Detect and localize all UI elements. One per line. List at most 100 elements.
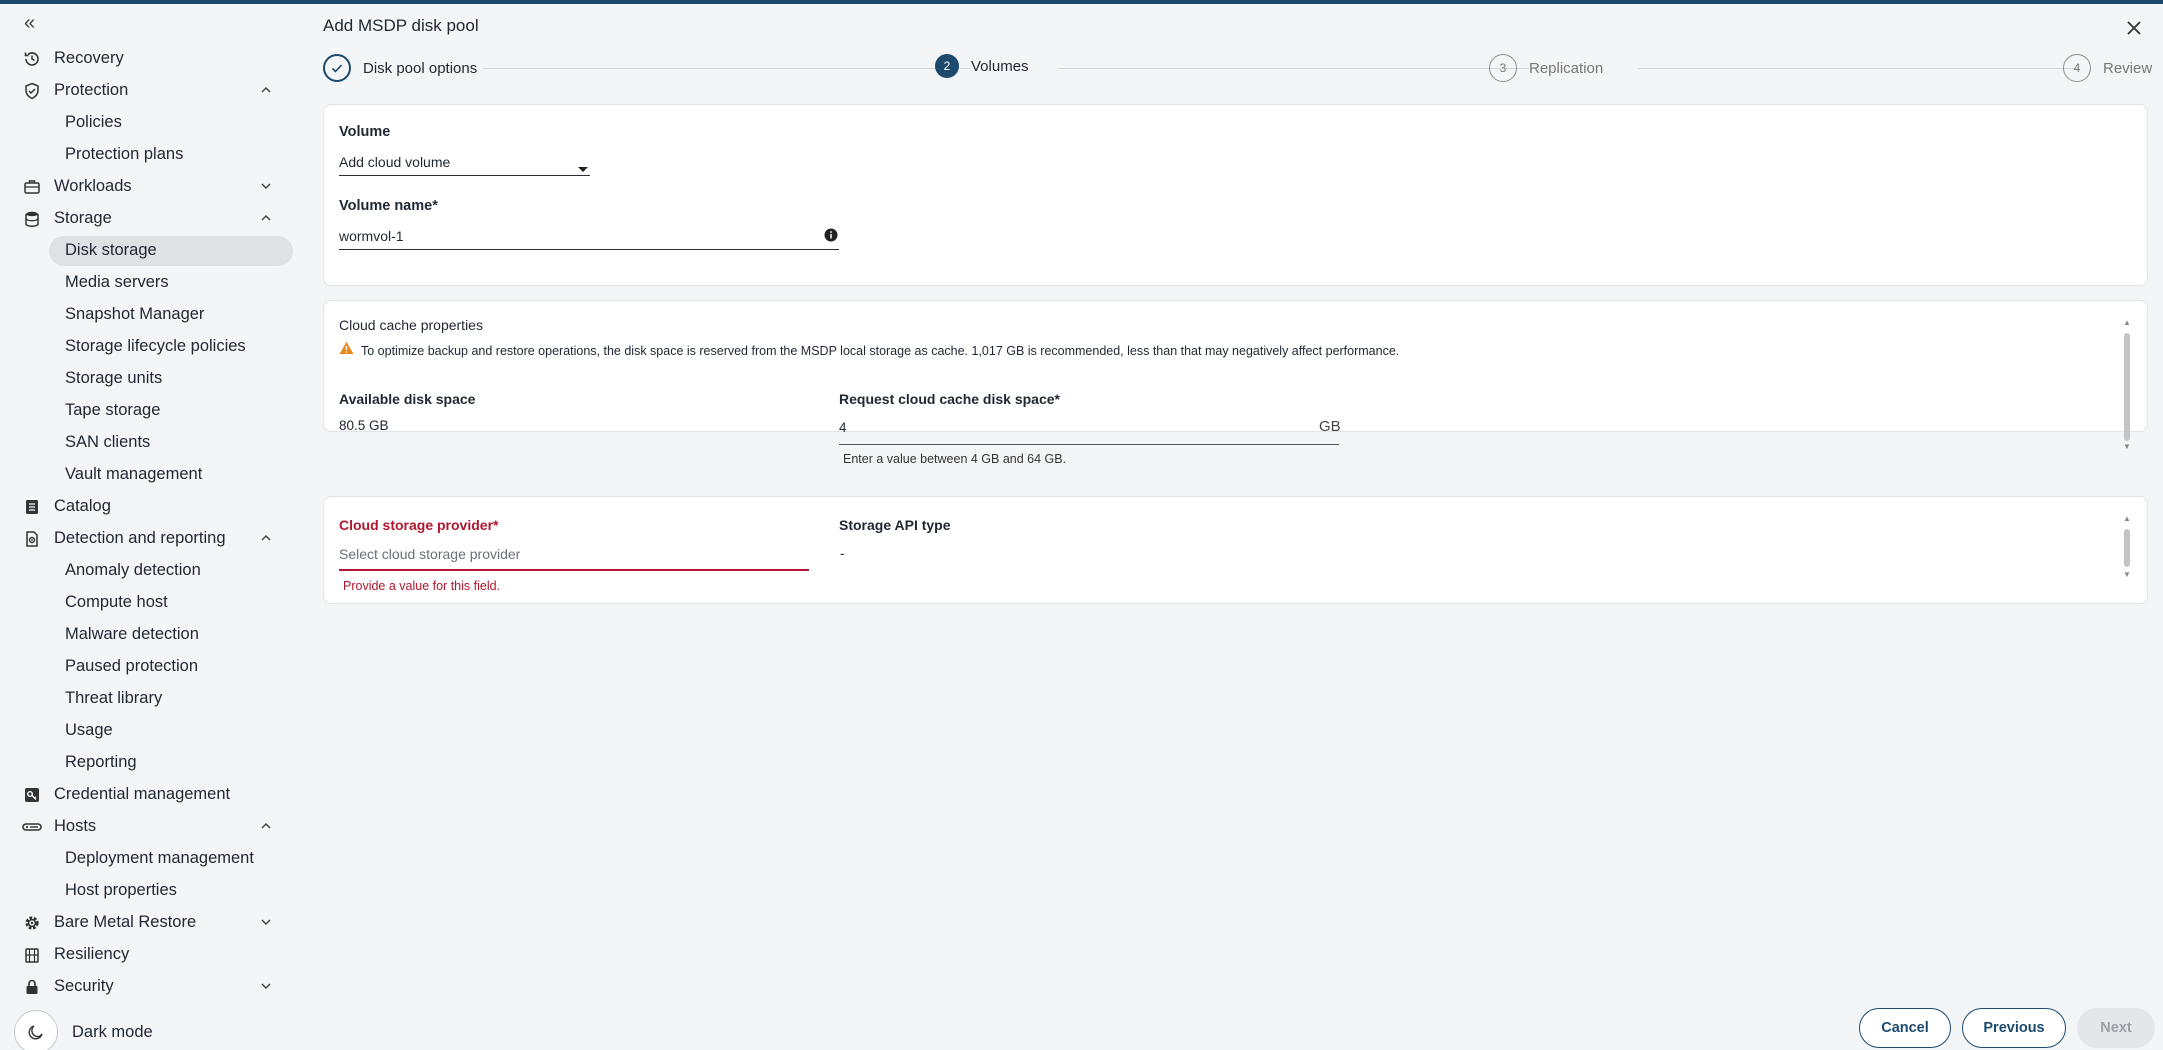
sidebar-item-label: Protection plans — [65, 144, 184, 163]
sidebar-item-label: Malware detection — [65, 624, 199, 643]
briefcase-icon — [22, 177, 42, 197]
step-number: 2 — [935, 54, 959, 78]
sidebar-item-label: Protection — [54, 80, 129, 99]
scrollbar-thumb[interactable] — [2124, 333, 2130, 441]
sidebar-item-snapshot-manager[interactable]: Snapshot Manager — [0, 298, 300, 330]
provider-card-scrollbar[interactable]: ▲ ▼ — [2120, 515, 2134, 595]
step-number: 3 — [1489, 54, 1517, 82]
chevron-up-icon[interactable] — [258, 208, 274, 228]
step-label: Disk pool options — [363, 59, 484, 77]
cloud-provider-error: Provide a value for this field. — [343, 579, 501, 593]
sidebar-item-tape-storage[interactable]: Tape storage — [0, 394, 300, 426]
step-disk-pool-options[interactable]: Disk pool options — [323, 54, 484, 82]
sidebar-item-protection-plans[interactable]: Protection plans — [0, 138, 300, 170]
sidebar-item-anomaly-detection[interactable]: Anomaly detection — [0, 554, 300, 586]
scroll-up-icon[interactable]: ▲ — [2122, 319, 2132, 327]
step-review[interactable]: 4 Review — [2063, 54, 2152, 82]
sidebar-item-label: Storage — [54, 208, 112, 227]
sidebar: « Recovery Protection Policies Protectio… — [0, 4, 300, 1050]
sidebar-item-reporting[interactable]: Reporting — [0, 746, 300, 778]
sidebar-item-credential-management[interactable]: Credential management — [0, 778, 300, 810]
sidebar-item-label: Compute host — [65, 592, 168, 611]
sidebar-item-media-servers[interactable]: Media servers — [0, 266, 300, 298]
sidebar-item-storage-lifecycle-policies[interactable]: Storage lifecycle policies — [0, 330, 300, 362]
sidebar-item-detection-and-reporting[interactable]: Detection and reporting — [0, 522, 300, 554]
cloud-cache-card: Cloud cache properties To optimize backu… — [323, 300, 2148, 466]
scrollbar-thumb[interactable] — [2124, 529, 2130, 567]
step-replication[interactable]: 3 Replication — [1489, 54, 1610, 82]
dark-mode-toggle[interactable]: Dark mode — [14, 1010, 153, 1050]
cache-card-scrollbar[interactable]: ▲ ▼ — [2120, 319, 2134, 451]
sidebar-item-disk-storage[interactable]: Disk storage — [0, 234, 300, 266]
chevron-up-icon[interactable] — [258, 80, 274, 100]
volume-select[interactable]: Add cloud volume — [339, 149, 590, 176]
step-label: Review — [2103, 59, 2153, 77]
info-icon[interactable] — [824, 228, 838, 247]
chevron-down-icon[interactable] — [258, 912, 274, 932]
sidebar-item-host-properties[interactable]: Host properties — [0, 874, 300, 906]
sidebar-item-usage[interactable]: Usage — [0, 714, 300, 746]
lock-icon — [22, 977, 42, 997]
collapse-sidebar-icon[interactable]: « — [24, 12, 35, 35]
sidebar-item-policies[interactable]: Policies — [0, 106, 300, 138]
sidebar-item-label: Detection and reporting — [54, 528, 226, 547]
cache-warning: To optimize backup and restore operation… — [339, 341, 1399, 360]
sidebar-item-vault-management[interactable]: Vault management — [0, 458, 300, 490]
sidebar-item-label: SAN clients — [65, 432, 151, 451]
sidebar-item-label: Usage — [65, 720, 113, 739]
sidebar-nav: Recovery Protection Policies Protection … — [0, 42, 300, 1002]
sidebar-item-resiliency[interactable]: Resiliency — [0, 938, 300, 970]
sidebar-item-san-clients[interactable]: SAN clients — [0, 426, 300, 458]
volume-name-input[interactable]: wormvol-1 — [339, 222, 839, 250]
request-cache-label: Request cloud cache disk space* — [839, 391, 1060, 407]
sidebar-item-threat-library[interactable]: Threat library — [0, 682, 300, 714]
dialog: Add MSDP disk pool Disk pool options 2 V… — [300, 4, 2163, 1050]
volume-name-value: wormvol-1 — [339, 228, 404, 244]
cache-warning-text: To optimize backup and restore operation… — [361, 343, 1400, 358]
cloud-provider-select[interactable]: Select cloud storage provider — [339, 539, 809, 571]
key-icon — [22, 785, 42, 805]
chevron-up-icon[interactable] — [258, 528, 274, 548]
chevron-down-icon[interactable] — [258, 176, 274, 196]
sidebar-item-security[interactable]: Security — [0, 970, 300, 1002]
scroll-down-icon[interactable]: ▼ — [2122, 443, 2132, 451]
sidebar-item-storage-units[interactable]: Storage units — [0, 362, 300, 394]
step-volumes[interactable]: 2 Volumes — [935, 54, 1035, 78]
cancel-button[interactable]: Cancel — [1859, 1008, 1951, 1048]
previous-button[interactable]: Previous — [1962, 1008, 2066, 1048]
catalog-icon — [22, 497, 42, 517]
step-label: Replication — [1529, 59, 1610, 77]
sidebar-item-storage[interactable]: Storage — [0, 202, 300, 234]
sidebar-item-label: Threat library — [65, 688, 163, 707]
sidebar-item-label: Tape storage — [65, 400, 161, 419]
request-cache-input[interactable]: 4 GB — [839, 414, 1341, 445]
sidebar-item-label: Policies — [65, 112, 122, 131]
volume-select-value: Add cloud volume — [339, 154, 451, 170]
check-icon — [323, 54, 351, 82]
sidebar-item-malware-detection[interactable]: Malware detection — [0, 618, 300, 650]
sidebar-item-label: Deployment management — [65, 848, 254, 867]
step-label: Volumes — [971, 57, 1035, 75]
next-button[interactable]: Next — [2077, 1008, 2155, 1048]
sidebar-item-label: Vault management — [65, 464, 203, 483]
chevron-down-icon[interactable] — [258, 976, 274, 996]
step-number: 4 — [2063, 54, 2091, 82]
volume-name-underline — [339, 249, 839, 250]
cloud-cache-title: Cloud cache properties — [339, 317, 483, 333]
sidebar-item-deployment-management[interactable]: Deployment management — [0, 842, 300, 874]
sidebar-item-workloads[interactable]: Workloads — [0, 170, 300, 202]
sidebar-item-protection[interactable]: Protection — [0, 74, 300, 106]
sidebar-item-label: Paused protection — [65, 656, 199, 675]
sidebar-item-recovery[interactable]: Recovery — [0, 42, 300, 74]
sidebar-item-hosts[interactable]: Hosts — [0, 810, 300, 842]
close-icon[interactable] — [2122, 16, 2146, 40]
sidebar-item-catalog[interactable]: Catalog — [0, 490, 300, 522]
sidebar-item-bare-metal-restore[interactable]: Bare Metal Restore — [0, 906, 300, 938]
available-disk-space-label: Available disk space — [339, 391, 476, 407]
scroll-up-icon[interactable]: ▲ — [2122, 515, 2132, 523]
shield-icon — [22, 81, 42, 101]
scroll-down-icon[interactable]: ▼ — [2122, 571, 2132, 579]
sidebar-item-compute-host[interactable]: Compute host — [0, 586, 300, 618]
chevron-up-icon[interactable] — [258, 816, 274, 836]
sidebar-item-paused-protection[interactable]: Paused protection — [0, 650, 300, 682]
